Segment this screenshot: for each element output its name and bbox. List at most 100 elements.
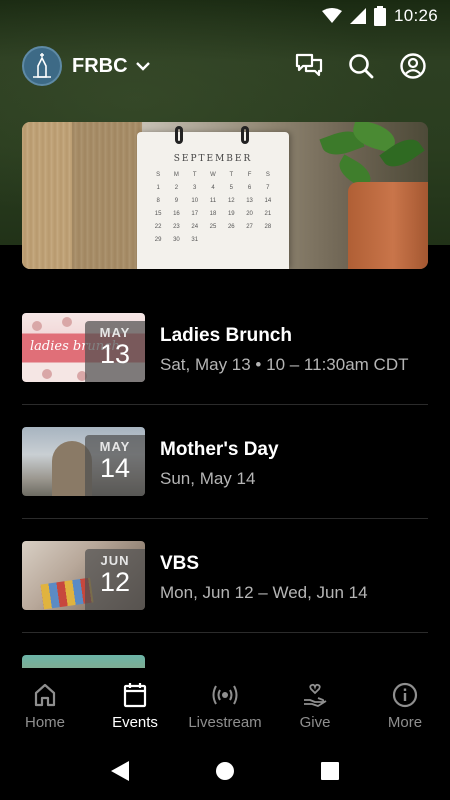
calendar-day: 26 bbox=[227, 224, 235, 230]
calendar-day: 18 bbox=[209, 211, 217, 217]
calendar-day: 13 bbox=[246, 198, 253, 204]
event-thumbnail: JUN 12 bbox=[22, 541, 145, 610]
calendar-day: 9 bbox=[174, 198, 179, 204]
date-badge-month: JUN bbox=[100, 553, 130, 568]
calendar-day: 4 bbox=[211, 185, 215, 191]
bottom-navigation: Home Events Livestream Give More bbox=[0, 668, 450, 747]
calendar-weekday: T bbox=[229, 172, 234, 178]
org-logo[interactable] bbox=[22, 46, 62, 86]
calendar-day: 22 bbox=[154, 224, 162, 230]
calendar-day: 2 bbox=[174, 185, 179, 191]
battery-icon bbox=[373, 6, 386, 26]
status-bar: 10:26 bbox=[0, 0, 450, 32]
hero-banner-image: SEPTEMBER S M T W T F S 1 2 3 4 5 6 7 8 9 10 11 12 13 14 15 16… bbox=[22, 122, 428, 269]
calendar-weekday: W bbox=[210, 172, 216, 178]
event-list-item[interactable]: MAY 14 Mother's Day Sun, May 14 bbox=[22, 427, 428, 541]
date-badge-day: 13 bbox=[99, 339, 131, 369]
event-datetime: Sun, May 14 bbox=[160, 469, 256, 488]
org-name[interactable]: FRBC bbox=[72, 55, 128, 78]
date-badge-month: MAY bbox=[99, 439, 131, 454]
app-bar: FRBC bbox=[22, 45, 428, 87]
system-navigation-bar bbox=[0, 747, 450, 800]
calendar-day: 21 bbox=[264, 211, 272, 217]
event-title: Mother's Day bbox=[160, 439, 279, 460]
calendar-day: 1 bbox=[156, 185, 160, 191]
search-icon[interactable] bbox=[346, 51, 376, 81]
calendar-day: 20 bbox=[246, 211, 253, 217]
nav-label: Events bbox=[112, 714, 158, 731]
calendar-day: 17 bbox=[191, 211, 199, 217]
nav-item-livestream[interactable]: Livestream bbox=[180, 668, 270, 747]
event-thumbnail: ladies brunch MAY 13 bbox=[22, 313, 145, 382]
wifi-icon bbox=[321, 8, 342, 24]
date-badge-day: 14 bbox=[99, 453, 131, 483]
calendar-weekday: M bbox=[173, 172, 179, 178]
nav-item-give[interactable]: Give bbox=[270, 668, 360, 747]
calendar-day: 24 bbox=[191, 224, 199, 230]
status-time: 10:26 bbox=[393, 6, 438, 25]
nav-label: Home bbox=[24, 714, 65, 731]
chevron-down-icon[interactable] bbox=[135, 61, 150, 71]
calendar-day: 28 bbox=[264, 224, 272, 230]
divider bbox=[22, 404, 428, 405]
date-badge-month: MAY bbox=[99, 325, 131, 340]
nav-label: Livestream bbox=[188, 714, 262, 731]
calendar-weekday: S bbox=[265, 172, 270, 178]
event-thumbnail: MAY 14 bbox=[22, 427, 145, 496]
calendar-day: 11 bbox=[209, 198, 217, 204]
calendar-weekday: F bbox=[247, 172, 252, 178]
home-circle-icon[interactable] bbox=[215, 761, 235, 786]
calendar-day: 19 bbox=[227, 211, 235, 217]
calendar-weekday: S bbox=[156, 172, 161, 178]
divider bbox=[22, 632, 428, 633]
event-list-item[interactable]: ladies brunch MAY 13 Ladies Brunch Sat, … bbox=[22, 313, 428, 427]
date-badge: MAY 13 bbox=[85, 321, 145, 382]
calendar-day: 3 bbox=[193, 185, 197, 191]
event-datetime: Sat, May 13 • 10 – 11:30am CDT bbox=[160, 355, 409, 374]
divider bbox=[22, 518, 428, 519]
home-icon bbox=[31, 681, 59, 709]
calendar-month-label: SEPTEMBER bbox=[173, 154, 253, 164]
recents-square-icon[interactable] bbox=[321, 762, 339, 785]
calendar-day: 7 bbox=[266, 185, 270, 191]
nav-item-more[interactable]: More bbox=[360, 668, 450, 747]
account-icon[interactable] bbox=[398, 51, 428, 81]
calendar-day: 8 bbox=[156, 198, 160, 204]
desk-calendar: SEPTEMBER S M T W T F S 1 2 3 4 5 6 7 8 9 10 11 12 13 14 15 16… bbox=[137, 126, 289, 269]
nav-label: More bbox=[387, 714, 423, 731]
calendar-weekday: T bbox=[192, 172, 197, 178]
calendar-day: 5 bbox=[229, 185, 233, 191]
calendar-day: 23 bbox=[173, 224, 180, 230]
give-heart-hand-icon bbox=[301, 681, 329, 709]
calendar-day: 14 bbox=[264, 198, 272, 204]
event-datetime: Mon, Jun 12 – Wed, Jun 14 bbox=[160, 583, 368, 602]
event-title: Ladies Brunch bbox=[160, 325, 292, 346]
plant-pot bbox=[348, 182, 428, 269]
calendar-day: 10 bbox=[191, 198, 199, 204]
calendar-day: 25 bbox=[209, 224, 217, 230]
nav-label: Give bbox=[299, 714, 331, 731]
calendar-day: 30 bbox=[173, 237, 180, 243]
date-badge-day: 12 bbox=[99, 567, 131, 597]
date-badge: MAY 14 bbox=[85, 435, 145, 496]
calendar-day: 31 bbox=[191, 237, 199, 243]
calendar-day: 6 bbox=[247, 185, 252, 191]
calendar-day: 16 bbox=[173, 211, 180, 217]
calendar-icon bbox=[121, 681, 149, 709]
calendar-day: 27 bbox=[246, 224, 253, 230]
date-badge: JUN 12 bbox=[85, 549, 145, 610]
cell-signal-icon bbox=[349, 8, 366, 24]
messages-icon[interactable] bbox=[294, 51, 324, 81]
church-steeple-icon bbox=[33, 53, 51, 78]
event-list-item[interactable]: JUN 12 VBS Mon, Jun 12 – Wed, Jun 14 bbox=[22, 541, 428, 655]
calendar-day: 12 bbox=[227, 198, 235, 204]
nav-item-events[interactable]: Events bbox=[90, 668, 180, 747]
back-icon[interactable] bbox=[111, 761, 129, 786]
broadcast-icon bbox=[211, 681, 239, 709]
calendar-day: 15 bbox=[154, 211, 162, 217]
calendar-day: 29 bbox=[154, 237, 162, 243]
calendar-grid: S M T W T F S 1 2 3 4 5 6 7 8 9 10 11 12 13 14 15 16 17 18 19 20 21… bbox=[149, 172, 277, 243]
info-icon bbox=[391, 681, 419, 709]
nav-item-home[interactable]: Home bbox=[0, 668, 90, 747]
event-title: VBS bbox=[160, 553, 200, 574]
